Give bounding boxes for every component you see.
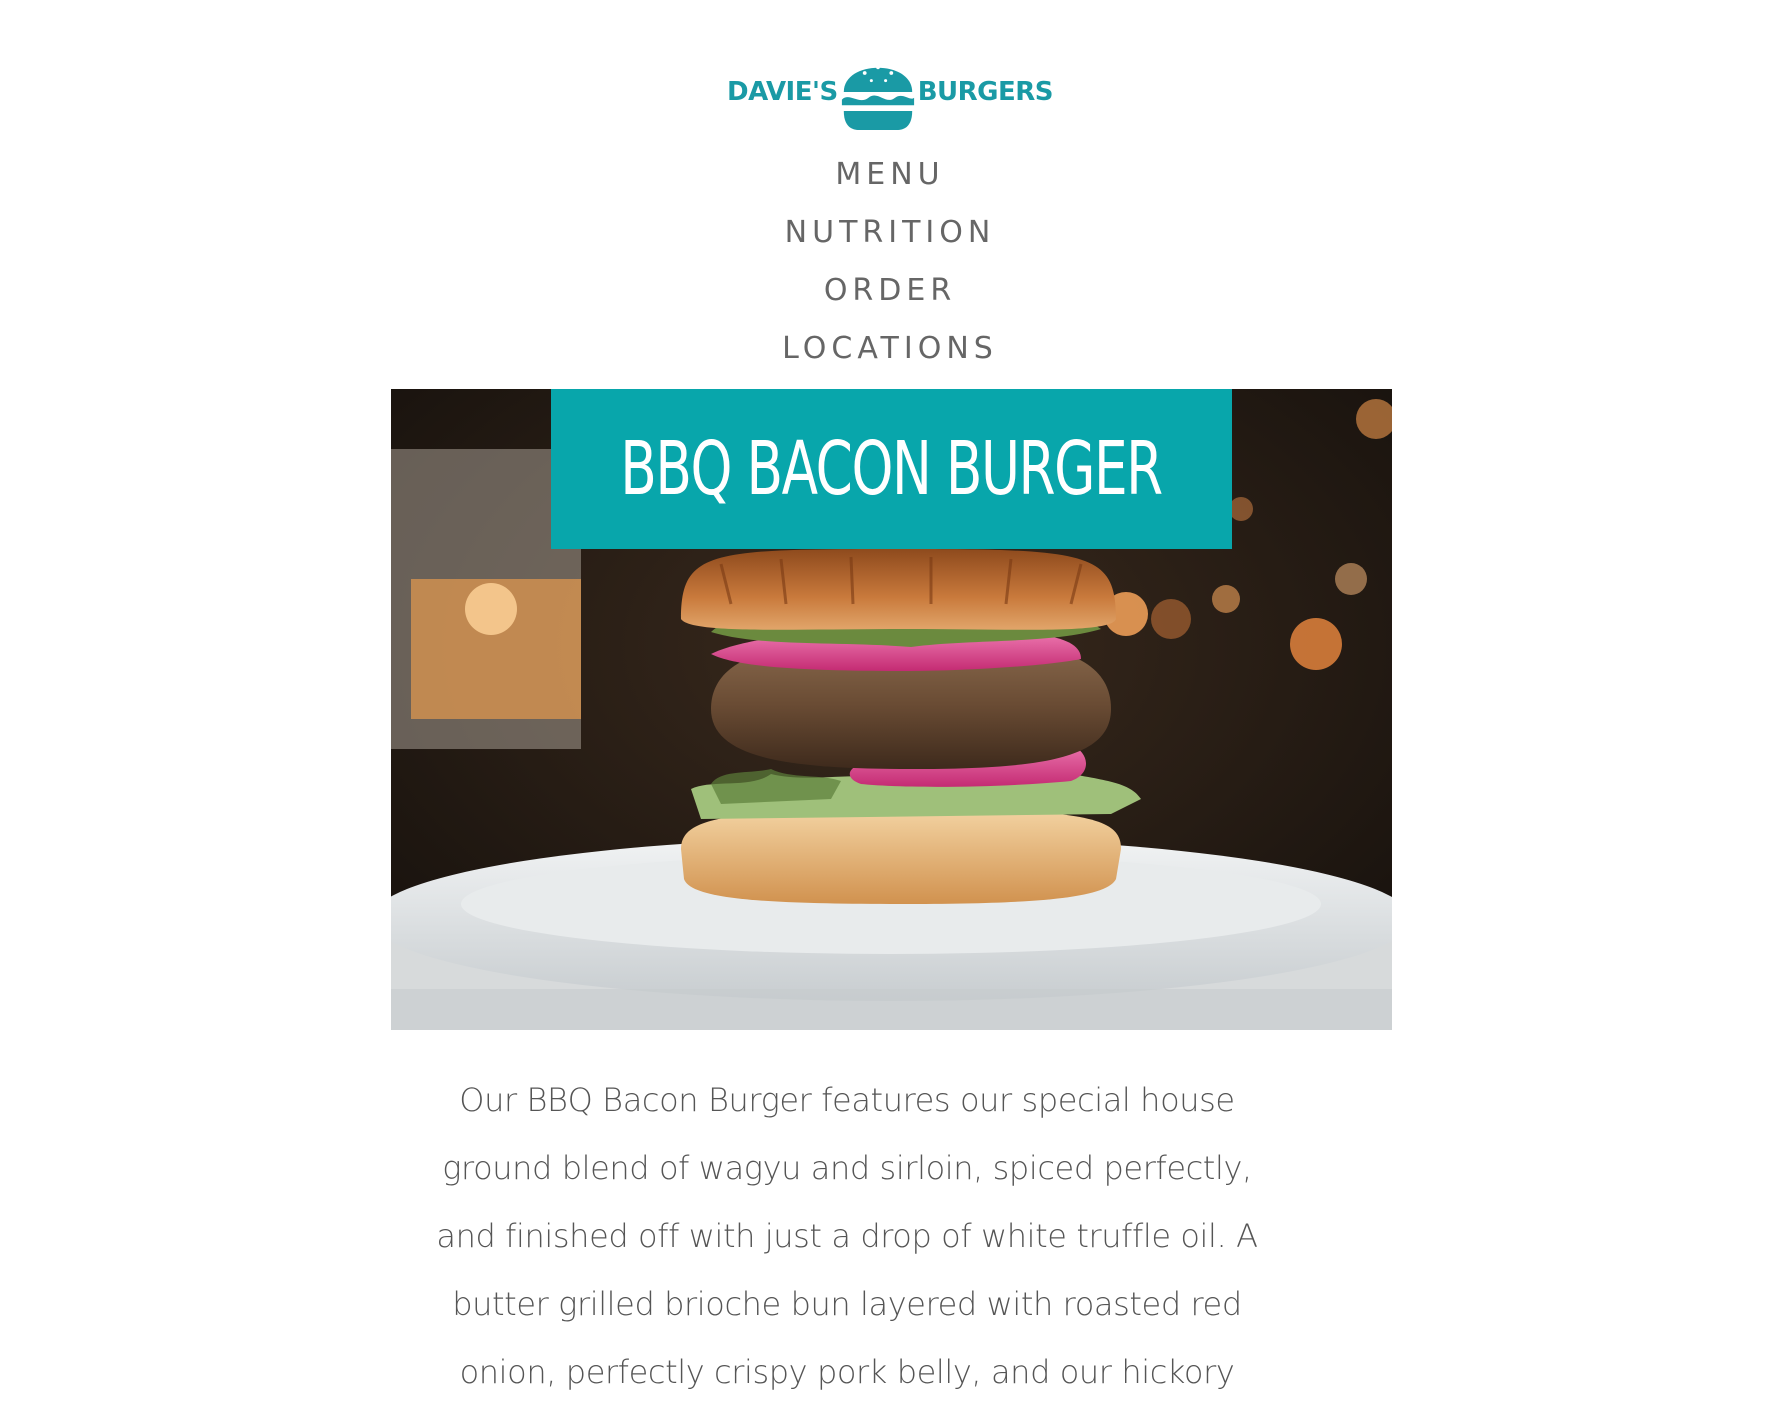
nav-link-order[interactable]: ORDER (824, 273, 956, 308)
nav-link-menu[interactable]: MENU (835, 157, 944, 192)
brand-logo[interactable]: DAVIE'S BURGERS (727, 48, 1054, 136)
nav-link-nutrition[interactable]: NUTRITION (785, 215, 996, 250)
hero-title-box: BBQ BACON BURGER (551, 389, 1232, 549)
hero-title: BBQ BACON BURGER (620, 426, 1164, 512)
main-nav: MENU NUTRITION ORDER LOCATIONS (0, 152, 1780, 384)
nav-item-locations: LOCATIONS (0, 326, 1780, 384)
nav-item-order: ORDER (0, 268, 1780, 326)
brand-name-left: DAVIE'S (727, 77, 838, 107)
brand-name-right: BURGERS (917, 77, 1054, 107)
burger-description: Our BBQ Bacon Burger features our specia… (436, 1081, 1258, 1391)
burger-logo-icon (841, 65, 914, 130)
hero-section: BBQ BACON BURGER (391, 389, 1392, 1030)
nav-link-locations[interactable]: LOCATIONS (782, 331, 998, 366)
nav-item-menu: MENU (0, 152, 1780, 210)
nav-item-nutrition: NUTRITION (0, 210, 1780, 268)
